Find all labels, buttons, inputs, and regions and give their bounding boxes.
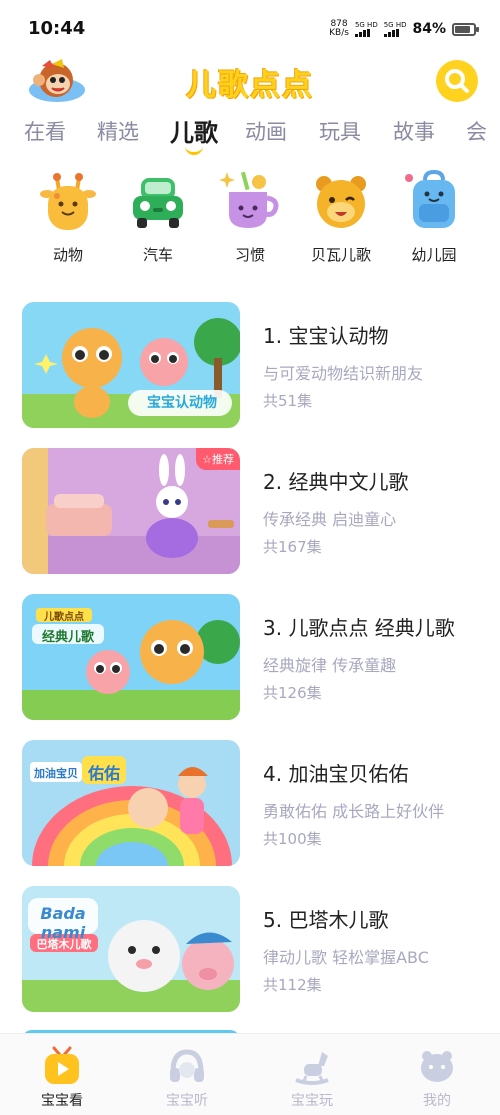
item-episode-count: 共51集 bbox=[263, 392, 313, 410]
item-title: 1. 宝宝认动物 bbox=[263, 324, 389, 348]
active-tab-indicator bbox=[185, 146, 203, 155]
bottom-navigation: 宝宝看 宝宝听 宝宝玩 我的 bbox=[0, 1033, 500, 1115]
status-indicators: 878 KB/s 5G HD 5G HD 84% bbox=[329, 16, 479, 42]
list-item[interactable]: 加油宝贝 佑佑 4. 加油宝贝佑佑 勇敢佑佑 成长路上好伙伴 共100集 bbox=[22, 740, 482, 866]
backpack-icon bbox=[405, 169, 455, 228]
search-icon bbox=[445, 69, 469, 93]
nav-watch[interactable]: 宝宝看 bbox=[17, 1046, 107, 1110]
giraffe-icon bbox=[40, 173, 96, 230]
thumbnail: 儿歌点点 经典儿歌 bbox=[22, 594, 240, 720]
thumbnail-title: 宝宝认动物 bbox=[147, 395, 217, 411]
item-episode-count: 共112集 bbox=[263, 976, 322, 994]
item-episode-count: 共100集 bbox=[263, 830, 322, 848]
list-item[interactable]: Bada nami 巴塔木儿歌 5. 巴塔木儿歌 律动儿歌 轻松掌握ABC 共1… bbox=[22, 886, 482, 1012]
item-subtitle: 勇敢佑佑 成长路上好伙伴 bbox=[263, 802, 445, 821]
item-title: 5. 巴塔木儿歌 bbox=[263, 908, 389, 932]
thumbnail: 加油宝贝 佑佑 bbox=[22, 740, 240, 866]
recommend-badge: ☆推荐 bbox=[196, 448, 240, 470]
signal-icon: 5G HD bbox=[354, 21, 378, 37]
item-subtitle: 传承经典 启迪童心 bbox=[263, 510, 397, 529]
list-item[interactable]: ☆推荐 2. 经典中文儿歌 传承经典 启迪童心 共167集 bbox=[22, 448, 482, 574]
tv-play-icon bbox=[45, 1046, 79, 1084]
thumbnail-title: 经典儿歌 bbox=[41, 630, 94, 645]
thumbnail: 宝宝认动物 bbox=[22, 302, 240, 428]
tab-erge[interactable]: 儿歌 bbox=[170, 113, 218, 148]
item-title: 4. 加油宝贝佑佑 bbox=[263, 762, 409, 786]
beva-bear-icon bbox=[316, 176, 366, 228]
item-episode-count: 共167集 bbox=[263, 538, 322, 556]
category-habit[interactable]: 习惯 bbox=[210, 168, 290, 265]
nav-play[interactable]: 宝宝玩 bbox=[267, 1046, 357, 1110]
battery-icon bbox=[452, 22, 479, 36]
status-bar: 10:44 878 KB/s 5G HD 5G HD 84% bbox=[0, 0, 500, 56]
category-kindergarten[interactable]: 幼儿园 bbox=[394, 168, 474, 265]
search-button[interactable] bbox=[436, 60, 478, 102]
thumbnail-title: 巴塔木儿歌 bbox=[36, 938, 92, 951]
item-title: 2. 经典中文儿歌 bbox=[263, 470, 409, 494]
tab-wanju[interactable]: 玩具 bbox=[319, 116, 361, 146]
tab-more[interactable]: 会 bbox=[466, 116, 487, 146]
item-subtitle: 与可爱动物结识新朋友 bbox=[263, 364, 424, 383]
battery-percent: 84% bbox=[412, 21, 446, 37]
category-beva[interactable]: 贝瓦儿歌 bbox=[301, 168, 381, 265]
thumbnail: ☆推荐 bbox=[22, 448, 240, 574]
category-car[interactable]: 汽车 bbox=[118, 168, 198, 265]
thumbnail-title: 佑佑 bbox=[87, 764, 120, 783]
item-episode-count: 共126集 bbox=[263, 684, 322, 702]
app-logo: 儿歌点点 bbox=[186, 68, 314, 103]
tab-donghua[interactable]: 动画 bbox=[245, 116, 287, 146]
network-speed: 878 KB/s bbox=[329, 19, 349, 38]
car-icon bbox=[133, 178, 183, 228]
tab-gushi[interactable]: 故事 bbox=[393, 116, 435, 146]
signal-icon: 5G HD bbox=[383, 21, 406, 37]
status-time: 10:44 bbox=[28, 18, 86, 39]
rocking-horse-icon bbox=[295, 1052, 329, 1085]
list-item[interactable]: 儿歌点点 经典儿歌 3. 儿歌点点 经典儿歌 经典旋律 传承童趣 共126集 bbox=[22, 594, 482, 720]
cup-icon bbox=[219, 171, 279, 228]
thumbnail-brand: 加油宝贝 bbox=[34, 767, 78, 780]
thumbnail-brand: 儿歌点点 bbox=[44, 612, 84, 623]
tab-zaikan[interactable]: 在看 bbox=[24, 116, 66, 146]
item-subtitle: 经典旋律 传承童趣 bbox=[263, 656, 397, 675]
profile-icon bbox=[421, 1051, 453, 1082]
app-header: 儿歌点点 bbox=[0, 56, 500, 108]
item-title: 3. 儿歌点点 经典儿歌 bbox=[263, 616, 455, 640]
category-animal[interactable]: 动物 bbox=[28, 168, 108, 265]
thumbnail: Bada nami 巴塔木儿歌 bbox=[22, 886, 240, 1012]
nav-listen[interactable]: 宝宝听 bbox=[142, 1046, 232, 1110]
list-item[interactable]: 宝宝认动物 1. 宝宝认动物 与可爱动物结识新朋友 共51集 bbox=[22, 302, 482, 428]
item-subtitle: 律动儿歌 轻松掌握ABC bbox=[263, 948, 429, 967]
category-tabs: 在看 精选 儿歌 动画 玩具 故事 会 bbox=[0, 108, 500, 160]
headphones-icon bbox=[170, 1049, 204, 1082]
nav-mine[interactable]: 我的 bbox=[392, 1046, 482, 1110]
tab-jingxuan[interactable]: 精选 bbox=[97, 116, 139, 146]
